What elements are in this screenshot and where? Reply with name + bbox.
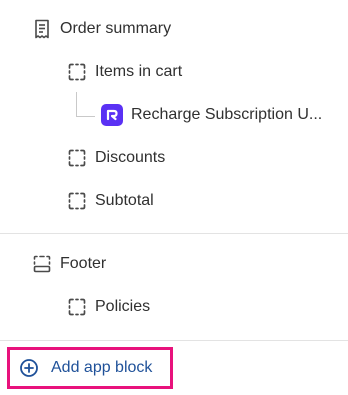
block-discounts-label: Discounts xyxy=(95,149,166,166)
block-outline-icon xyxy=(67,297,87,317)
section-divider xyxy=(0,340,348,341)
block-discounts[interactable]: Discounts xyxy=(67,144,165,172)
block-subtotal[interactable]: Subtotal xyxy=(67,187,154,215)
plus-circle-icon xyxy=(19,358,39,378)
block-items-in-cart-label: Items in cart xyxy=(95,63,183,80)
footer-layout-icon xyxy=(32,254,52,274)
block-outline-icon xyxy=(67,148,87,168)
block-outline-icon xyxy=(67,62,87,82)
section-order-summary-label: Order summary xyxy=(60,20,172,37)
block-outline-icon xyxy=(67,191,87,211)
section-footer[interactable]: Footer xyxy=(32,250,106,278)
section-divider xyxy=(0,233,348,234)
section-footer-label: Footer xyxy=(60,255,107,272)
block-subtotal-label: Subtotal xyxy=(95,192,154,209)
block-policies-label: Policies xyxy=(95,298,151,315)
recharge-app-logo xyxy=(101,104,123,126)
receipt-icon xyxy=(32,19,52,39)
app-block-recharge[interactable]: Recharge Subscription U... xyxy=(101,101,322,129)
app-block-recharge-label: Recharge Subscription U... xyxy=(131,106,323,123)
section-order-summary[interactable]: Order summary xyxy=(32,15,171,43)
add-app-block-button[interactable]: Add app block xyxy=(7,347,173,389)
tree-connector xyxy=(76,92,95,117)
block-items-in-cart[interactable]: Items in cart xyxy=(67,58,182,86)
add-app-block-label: Add app block xyxy=(51,359,153,376)
block-policies[interactable]: Policies xyxy=(67,293,150,321)
